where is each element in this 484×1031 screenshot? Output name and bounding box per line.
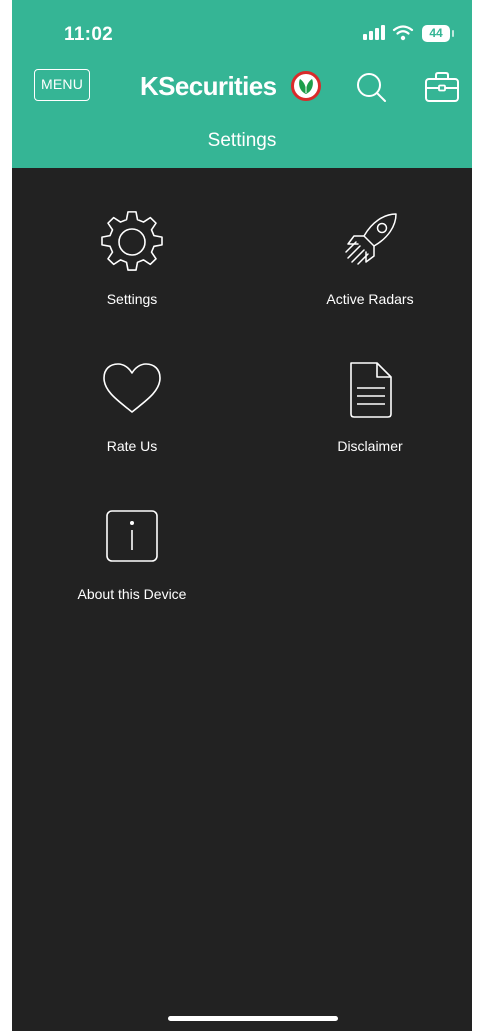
kasikorn-logo-icon [291, 71, 321, 101]
rocket-icon [345, 213, 397, 265]
about-device-tile[interactable]: About this Device [32, 508, 232, 638]
brand-name: KSecurities [140, 71, 277, 101]
disclaimer-label: Disclaimer [337, 438, 403, 454]
wifi-icon [392, 25, 414, 41]
active-radars-label: Active Radars [326, 291, 414, 307]
status-time: 11:02 [64, 24, 114, 45]
menu-button[interactable]: MENU [34, 69, 90, 101]
settings-label: Settings [106, 291, 158, 307]
about-device-label: About this Device [77, 586, 187, 602]
app-header: 11:02 44 MENU KSecurities Settings [12, 0, 472, 168]
rate-us-tile[interactable]: Rate Us [32, 360, 232, 490]
signal-icon [363, 25, 385, 40]
heart-icon [103, 363, 161, 413]
battery-cap [452, 30, 454, 37]
active-radars-tile[interactable]: Active Radars [270, 210, 470, 340]
disclaimer-tile[interactable]: Disclaimer [270, 360, 470, 490]
briefcase-icon[interactable] [424, 70, 460, 104]
page-title: Settings [207, 130, 277, 151]
gear-icon [101, 211, 163, 271]
settings-tile[interactable]: Settings [32, 210, 232, 340]
home-indicator [168, 1016, 338, 1021]
info-icon [106, 510, 158, 562]
rate-us-label: Rate Us [106, 438, 158, 454]
document-icon [350, 362, 392, 418]
search-icon[interactable] [354, 70, 388, 104]
battery-indicator: 44 [422, 25, 450, 42]
app-screen: 11:02 44 MENU KSecurities Settings Setti… [12, 0, 472, 1031]
